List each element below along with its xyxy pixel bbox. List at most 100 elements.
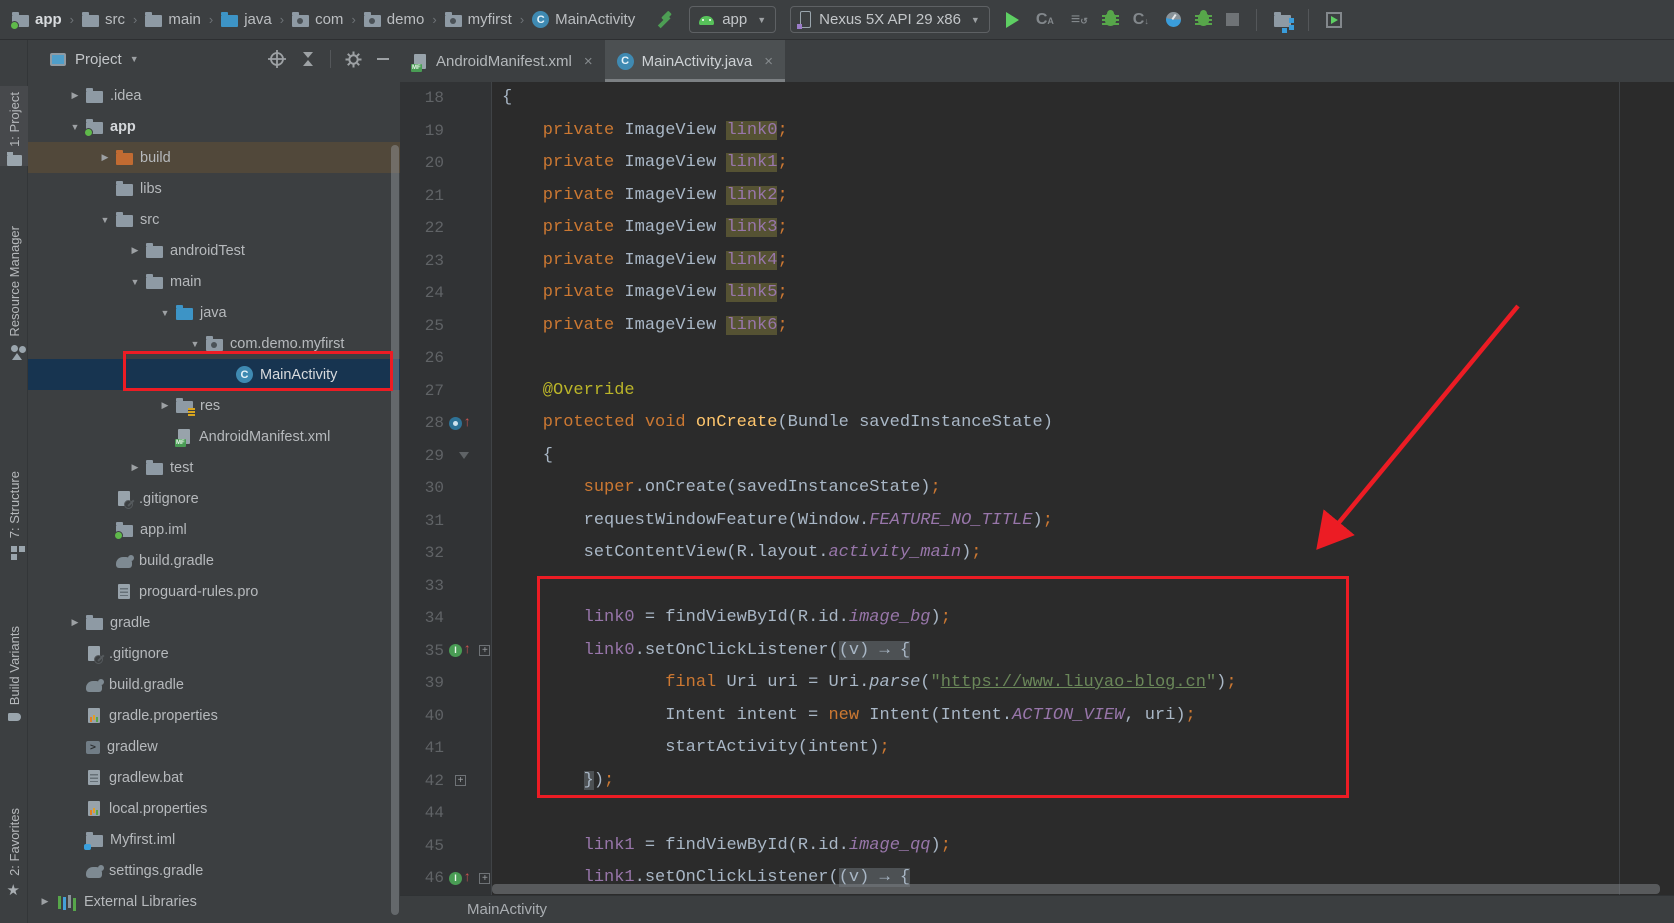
run-icon[interactable] (1005, 11, 1019, 28)
gradle-sync-icon[interactable] (1273, 12, 1294, 30)
code-segment: ) (961, 543, 972, 562)
debug-icon[interactable] (1101, 10, 1119, 26)
profile-icon[interactable]: C↓ (1133, 11, 1149, 29)
gutter-cell: 40 (400, 700, 492, 733)
tree-item-proguard-rules-pro[interactable]: proguard-rules.pro (28, 576, 400, 607)
breadcrumb-item-src[interactable]: src (78, 9, 129, 30)
tree-item-libs[interactable]: libs (28, 173, 400, 204)
implementing-method-icon[interactable] (449, 644, 462, 658)
tab-mainactivity-java[interactable]: MainActivity.java × (604, 40, 786, 82)
chevron-down-icon[interactable]: ▼ (128, 277, 142, 287)
implementing-method-icon[interactable] (449, 871, 462, 885)
tree-item--idea[interactable]: ▶ .idea (28, 80, 400, 111)
chevron-right-icon[interactable]: ▶ (68, 617, 82, 628)
tree-item-gradlew-bat[interactable]: gradlew.bat (28, 762, 400, 793)
project-scrollbar[interactable] (391, 145, 399, 915)
breadcrumb-separator: › (519, 12, 525, 27)
tree-item--gitignore[interactable]: .gitignore (28, 638, 400, 669)
sidebar-item-variants[interactable]: Build Variants (0, 620, 28, 722)
sidebar-item-label: Build Variants (6, 626, 22, 706)
run-config-select[interactable]: app ▼ (689, 6, 777, 33)
code-segment: ImageView (614, 185, 727, 205)
code-segment: , uri) (1124, 705, 1186, 725)
tree-item-src[interactable]: ▼ src (28, 204, 400, 235)
code-line-19: 19 private ImageView link0; (400, 115, 1674, 148)
sidebar-item-project[interactable]: 1: Project (0, 86, 28, 166)
horizontal-scrollbar[interactable] (492, 884, 1660, 894)
file-icon (118, 584, 130, 599)
tree-item-build-gradle[interactable]: build.gradle (28, 545, 400, 576)
collapse-all-icon[interactable] (300, 50, 316, 68)
tree-item-gradle-properties[interactable]: gradle.properties (28, 700, 400, 731)
sidebar-item-resource[interactable]: Resource Manager (0, 220, 28, 360)
tree-item-gradle[interactable]: ▶ gradle (28, 607, 400, 638)
chevron-down-icon[interactable]: ▼ (98, 215, 112, 225)
tree-item-gradlew[interactable]: gradlew (28, 731, 400, 762)
code-segment: private (502, 218, 615, 237)
tree-item--gitignore[interactable]: .gitignore (28, 483, 400, 514)
url-link[interactable]: https://www.liuyao-blog.cn (941, 673, 1206, 692)
sidebar-item-structure[interactable]: 7: Structure (0, 465, 28, 553)
tree-item-mainactivity[interactable]: MainActivity (28, 359, 400, 390)
code-line-27: 27 @Override (400, 375, 1674, 408)
code-viewport[interactable]: 18{19 private ImageView link0; 20 private… (400, 82, 1674, 895)
breadcrumb-item-com[interactable]: com (288, 9, 347, 30)
tree-item-androidmanifest-xml[interactable]: AndroidManifest.xml (28, 421, 400, 452)
breadcrumb-item-app[interactable]: app (8, 9, 66, 30)
line-number: 46 (424, 869, 444, 887)
chevron-down-icon[interactable]: ▼ (188, 339, 202, 349)
close-icon[interactable]: × (764, 53, 773, 70)
apply-code-changes-icon[interactable]: ≡↺ (1071, 11, 1088, 29)
stop-icon[interactable] (1225, 13, 1239, 26)
tree-item-myfirst-iml[interactable]: Myfirst.iml (28, 824, 400, 855)
gear-icon[interactable] (345, 51, 362, 68)
chevron-down-icon[interactable]: ▼ (68, 122, 82, 132)
chevron-right-icon[interactable]: ▶ (128, 245, 142, 256)
fold-expand-icon[interactable] (455, 775, 466, 787)
breadcrumb-item-MainActivity[interactable]: MainActivity (528, 9, 639, 30)
chevron-right-icon[interactable]: ▶ (158, 400, 172, 411)
attach-debugger-icon[interactable] (1194, 10, 1212, 26)
chevron-right-icon[interactable]: ▶ (38, 896, 52, 907)
profiler-icon[interactable] (1165, 12, 1181, 27)
apply-changes-icon[interactable]: CA (1036, 11, 1054, 29)
tree-item-androidtest[interactable]: ▶ androidTest (28, 235, 400, 266)
tree-item-build-gradle[interactable]: build.gradle (28, 669, 400, 700)
chevron-right-icon[interactable]: ▶ (128, 462, 142, 473)
breadcrumb-item-main[interactable]: main (141, 9, 205, 30)
overriding-method-icon[interactable] (449, 416, 462, 430)
breadcrumb-item-myfirst[interactable]: myfirst (441, 9, 516, 30)
tree-item-settings-gradle[interactable]: settings.gradle (28, 855, 400, 886)
fold-expand-icon[interactable] (479, 872, 491, 884)
hide-panel-icon[interactable] (376, 52, 390, 66)
tree-item-app-iml[interactable]: app.iml (28, 514, 400, 545)
tree-item-res[interactable]: ▶ res (28, 390, 400, 421)
tree-item-local-properties[interactable]: local.properties (28, 793, 400, 824)
chevron-down-icon[interactable]: ▼ (158, 308, 172, 318)
android-studio-window: app › src › main › java › com › demo › myfirst › MainA… (0, 0, 1674, 923)
project-panel-title[interactable]: Project (75, 51, 122, 68)
breadcrumb-item-demo[interactable]: demo (360, 9, 429, 30)
tree-item-test[interactable]: ▶ test (28, 452, 400, 483)
tab-androidmanifest-xml[interactable]: AndroidManifest.xml × (400, 40, 605, 82)
locate-file-icon[interactable] (268, 50, 286, 68)
tree-item-build[interactable]: ▶ build (28, 142, 400, 173)
tree-item-app[interactable]: ▼ app (28, 111, 400, 142)
device-file-explorer-icon[interactable] (1325, 11, 1342, 28)
fold-collapse-icon[interactable] (459, 452, 469, 460)
fold-expand-icon[interactable] (479, 645, 491, 657)
breadcrumb[interactable]: MainActivity (467, 901, 547, 918)
chevron-down-icon[interactable]: ▼ (130, 54, 139, 64)
device-select[interactable]: Nexus 5X API 29 x86 ▼ (790, 6, 990, 33)
chevron-right-icon[interactable]: ▶ (68, 90, 82, 101)
tree-item-com-demo-myfirst[interactable]: ▼ com.demo.myfirst (28, 328, 400, 359)
build-icon[interactable] (655, 10, 675, 30)
sidebar-item-favorites[interactable]: 2: Favorites ★ (0, 802, 28, 899)
tree-item-main[interactable]: ▼ main (28, 266, 400, 297)
chevron-right-icon[interactable]: ▶ (98, 152, 112, 163)
tree-item-java[interactable]: ▼ java (28, 297, 400, 328)
breadcrumb-item-java[interactable]: java (217, 9, 276, 30)
tree-item-external-libraries[interactable]: ▶ External Libraries (28, 886, 400, 917)
line-number: 41 (424, 739, 444, 757)
close-icon[interactable]: × (584, 53, 593, 70)
